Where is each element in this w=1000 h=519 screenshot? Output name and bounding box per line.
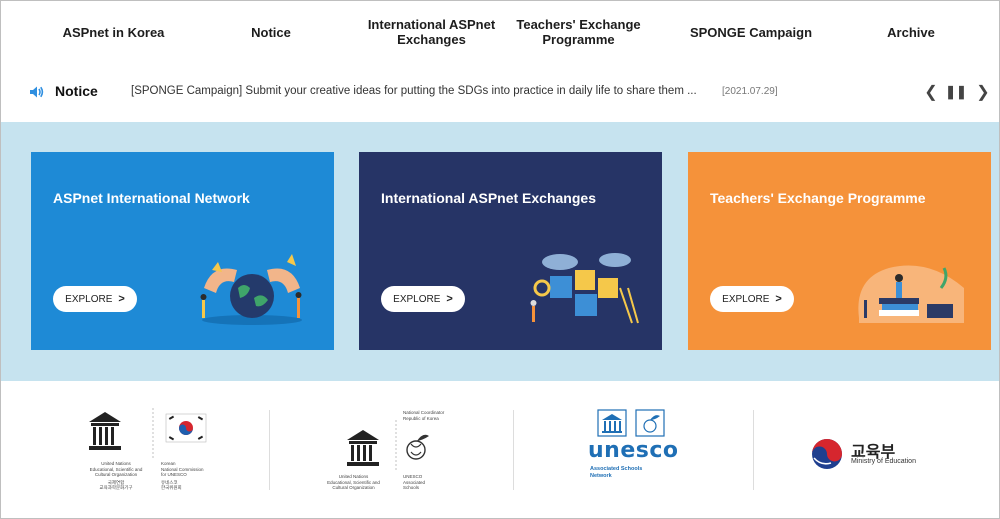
chevron-left-icon[interactable]: ❮ [921,81,941,103]
notice-headline-link[interactable]: [SPONGE Campaign] Submit your creative i… [131,85,716,97]
korean-commission-caption: Korean National Commission for UNESCO 유네… [161,461,216,491]
card-international-aspnet-exchanges[interactable]: International ASPnet Exchanges EXPLORE > [359,152,662,350]
card-title: ASPnet International Network [53,190,250,206]
unesco-asp-emblem-icon [597,409,665,437]
notice-date: [2021.07.29] [722,86,778,97]
aspnet-caption: UNESCO Associated Schools [403,474,453,491]
explore-label: EXPLORE [722,293,770,305]
explore-label: EXPLORE [65,293,113,305]
nav-item-sponge-campaign[interactable]: SPONGE Campaign [681,9,821,55]
card-title: International ASPnet Exchanges [381,190,596,206]
unesco-asp-network-logo[interactable]: unesco Associated Schools Network [588,406,688,506]
caption-line: Cultural Organization [332,485,375,490]
caption-line: Network [590,472,612,479]
nav-item-archive[interactable]: Archive [873,9,949,55]
chevron-right-icon[interactable]: ❯ [973,81,993,103]
divider [753,410,754,490]
unesco-korea-commission-logo[interactable]: United Nations Educational, Scientific a… [81,406,231,506]
unesco-wordmark: unesco [588,438,679,463]
puzzle-illustration [530,253,639,324]
chevron-right-icon: > [446,293,453,305]
page-frame: ASPnet in Korea Notice International ASP… [0,0,1000,519]
explore-button[interactable]: EXPLORE > [381,286,465,312]
globe-hands-illustration [200,254,302,325]
asp-network-caption: Associated Schools Network [590,466,642,479]
chevron-right-icon: > [118,293,125,305]
unesco-temple-icon [89,408,207,458]
feature-band: ASPnet International Network EXPLORE > I… [1,122,999,381]
moe-english-name: Ministry of Education [851,458,916,465]
books-illustration [858,265,964,323]
caption-line: for UNESCO [161,472,187,477]
divider [269,410,270,490]
notice-bar: Notice [SPONGE Campaign] Submit your cre… [1,75,999,109]
explore-button[interactable]: EXPLORE > [710,286,794,312]
nav-item-international-aspnet-exchanges[interactable]: International ASPnet Exchanges [359,9,504,55]
speaker-icon [27,83,45,101]
unesco-aspnet-icon [347,420,429,470]
partner-logos: United Nations Educational, Scientific a… [1,396,999,516]
caption-line: 교육과학문화기구 [99,485,133,490]
aspnet-national-coordinator-logo[interactable]: National Coordinator Republic of Korea U… [311,406,481,506]
nav-item-notice[interactable]: Notice [233,9,309,55]
explore-label: EXPLORE [393,293,441,305]
notice-title: Notice [55,83,98,99]
nav-item-aspnet-in-korea[interactable]: ASPnet in Korea [41,9,186,55]
explore-button[interactable]: EXPLORE > [53,286,137,312]
caption-line: Schools [403,485,420,490]
caption-line: Associated Schools [590,466,643,472]
ministry-of-education-logo[interactable]: 교육부 Ministry of Education [809,436,949,476]
chevron-right-icon: > [775,293,782,305]
unesco-caption: United Nations Educational, Scientific a… [311,474,396,491]
pause-icon[interactable]: ❚❚ [945,81,967,103]
card-title: Teachers' Exchange Programme [710,190,926,206]
unesco-caption: United Nations Educational, Scientific a… [81,461,151,491]
taegeuk-icon [812,439,842,469]
card-aspnet-international-network[interactable]: ASPnet International Network EXPLORE > [31,152,334,350]
top-navigation: ASPnet in Korea Notice International ASP… [1,9,999,55]
nav-item-teachers-exchange-programme[interactable]: Teachers' Exchange Programme [516,9,641,55]
caption-line: 한국위원회 [161,485,182,490]
divider [513,410,514,490]
caption-line: Cultural Organization [94,472,138,477]
card-teachers-exchange-programme[interactable]: Teachers' Exchange Programme EXPLORE > [688,152,991,350]
